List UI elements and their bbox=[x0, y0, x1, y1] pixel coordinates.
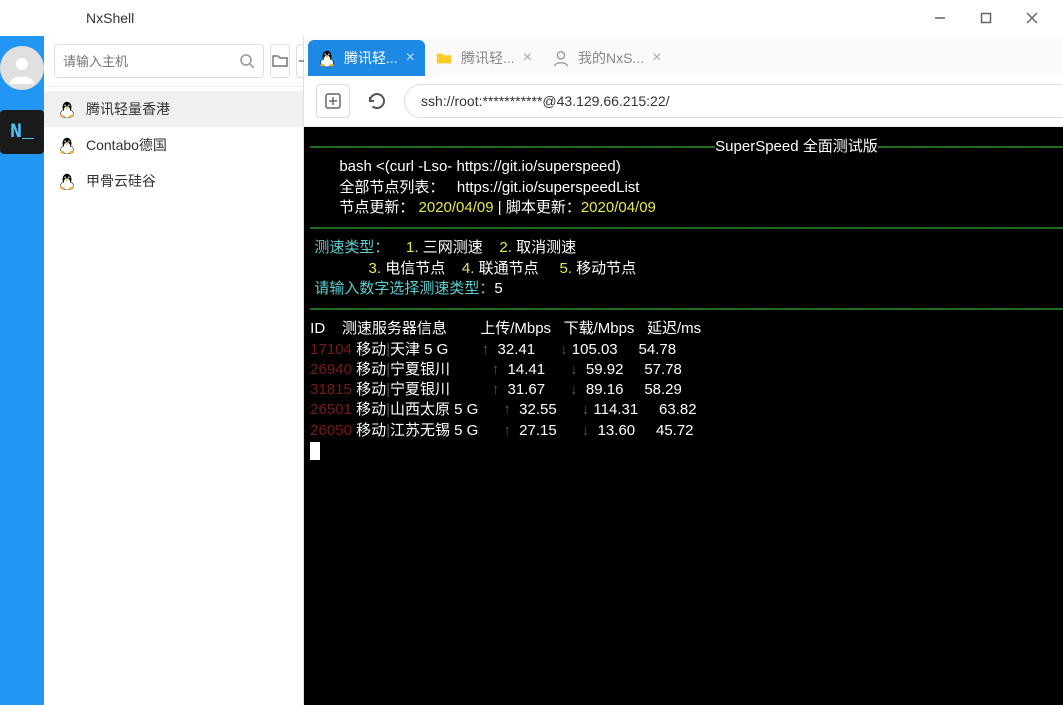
main-area: 腾讯轻... × 腾讯轻... × 我的NxS... × ssh://root:*****… bbox=[304, 36, 1063, 705]
folder-button[interactable] bbox=[270, 44, 290, 78]
folder-icon bbox=[435, 49, 453, 67]
minimize-button[interactable] bbox=[917, 0, 963, 36]
host-item[interactable]: 甲骨云硅谷 bbox=[44, 163, 303, 199]
terminal-output[interactable]: ———————————————————————————SuperSpeed 全面… bbox=[304, 127, 1063, 705]
tab-label: 腾讯轻... bbox=[461, 48, 515, 68]
tab-label: 腾讯轻... bbox=[344, 48, 398, 68]
avatar[interactable] bbox=[0, 46, 44, 90]
new-tab-button[interactable] bbox=[316, 84, 350, 118]
tab-close-icon[interactable]: × bbox=[406, 49, 415, 67]
tab-bar: 腾讯轻... × 腾讯轻... × 我的NxS... × bbox=[304, 36, 1063, 76]
host-label: Contabo德国 bbox=[86, 135, 167, 155]
app-title: NxShell bbox=[8, 10, 134, 26]
titlebar: NxShell bbox=[0, 0, 1063, 36]
search-input[interactable] bbox=[63, 54, 239, 69]
host-list: 腾讯轻量香港 Contabo德国甲骨云硅谷 bbox=[44, 87, 303, 203]
host-item[interactable]: 腾讯轻量香港 bbox=[44, 91, 303, 127]
tab-close-icon[interactable]: × bbox=[652, 49, 661, 67]
user-icon bbox=[552, 49, 570, 67]
tux-icon bbox=[58, 172, 76, 190]
tab[interactable]: 腾讯轻... × bbox=[308, 40, 425, 76]
tux-icon bbox=[58, 100, 76, 118]
activity-bar: N_ bbox=[0, 36, 44, 705]
host-search[interactable] bbox=[54, 44, 264, 78]
sidebar: 腾讯轻量香港 Contabo德国甲骨云硅谷 bbox=[44, 36, 304, 705]
host-label: 甲骨云硅谷 bbox=[86, 171, 156, 191]
host-item[interactable]: Contabo德国 bbox=[44, 127, 303, 163]
close-button[interactable] bbox=[1009, 0, 1055, 36]
tab-label: 我的NxS... bbox=[578, 48, 644, 68]
tab[interactable]: 腾讯轻... × bbox=[425, 40, 542, 76]
terminal-toolbar: ssh://root:***********@43.129.66.215:22/ bbox=[304, 76, 1063, 127]
url-bar[interactable]: ssh://root:***********@43.129.66.215:22/ bbox=[404, 84, 1063, 118]
reload-button[interactable] bbox=[360, 84, 394, 118]
search-icon bbox=[239, 53, 255, 69]
app-logo-icon[interactable]: N_ bbox=[0, 110, 44, 154]
tab[interactable]: 我的NxS... × bbox=[542, 40, 671, 76]
tab-close-icon[interactable]: × bbox=[523, 49, 532, 67]
host-label: 腾讯轻量香港 bbox=[86, 99, 170, 119]
tux-icon bbox=[318, 49, 336, 67]
maximize-button[interactable] bbox=[963, 0, 1009, 36]
tux-icon bbox=[58, 136, 76, 154]
